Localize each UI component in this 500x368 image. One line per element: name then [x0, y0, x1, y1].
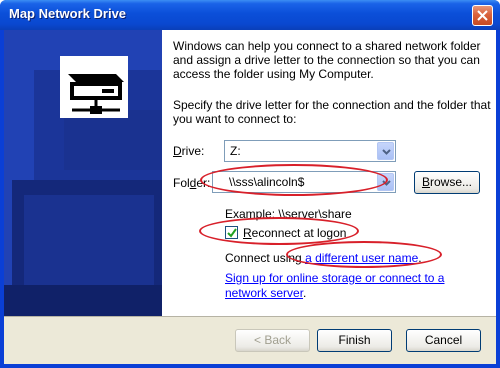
reconnect-checkbox[interactable]: [225, 226, 238, 239]
drive-letter-select[interactable]: Z:: [224, 140, 396, 162]
reconnect-label[interactable]: Reconnect at logon: [243, 226, 346, 240]
close-button[interactable]: [472, 5, 493, 26]
check-icon: [227, 228, 237, 238]
example-text: Example: \\server\share: [225, 207, 352, 221]
connect-using-text: Connect using a different user name.: [225, 251, 422, 265]
network-drive-illustration-icon: [4, 30, 162, 316]
drive-letter-value: Z:: [230, 144, 241, 158]
different-user-name-link[interactable]: a different user name: [305, 251, 418, 265]
folder-label-prefix: Fol: [173, 176, 190, 190]
folder-label-rest: er:: [196, 176, 211, 190]
drive-label-rest: rive:: [181, 144, 205, 158]
signup-text: Sign up for online storage or connect to…: [225, 271, 444, 301]
folder-path-combobox[interactable]: \\sss\alincoln$: [212, 171, 396, 193]
connect-using-prefix: Connect using: [225, 251, 306, 265]
connect-using-suffix: .: [418, 251, 422, 265]
cancel-button[interactable]: Cancel: [406, 329, 481, 352]
browse-label-accesskey: B: [421, 175, 430, 189]
signup-link-line2[interactable]: network server: [225, 286, 303, 300]
folder-dropdown-button[interactable]: [377, 173, 394, 191]
browse-button[interactable]: Browse...: [414, 171, 480, 194]
browse-label-rest: rowse...: [430, 175, 473, 189]
close-icon: [477, 10, 488, 21]
reconnect-label-accesskey: R: [243, 226, 252, 240]
wizard-side-panel: [4, 30, 162, 316]
reconnect-label-rest: econnect at logon: [251, 226, 347, 240]
back-button[interactable]: < Back: [235, 329, 310, 352]
intro-text: Windows can help you connect to a shared…: [173, 39, 481, 81]
signup-suffix: .: [303, 286, 307, 300]
chevron-down-icon: [382, 180, 391, 186]
map-network-drive-window: Map Network Drive Windows can help you c…: [0, 0, 500, 368]
drive-label-accesskey: D: [173, 144, 182, 158]
drive-dropdown-button[interactable]: [377, 142, 394, 160]
drive-label: Drive:: [173, 144, 204, 158]
window-title: Map Network Drive: [9, 6, 127, 21]
dialog-client-area: Windows can help you connect to a shared…: [4, 30, 496, 364]
title-bar[interactable]: Map Network Drive: [0, 0, 500, 30]
wizard-button-bar: < Back Finish Cancel: [4, 316, 496, 364]
chevron-down-icon: [382, 149, 391, 155]
folder-label: Folder:: [173, 176, 210, 190]
signup-link-line1[interactable]: Sign up for online storage or connect to…: [225, 271, 444, 285]
instruction-text: Specify the drive letter for the connect…: [173, 98, 491, 126]
finish-button[interactable]: Finish: [317, 329, 392, 352]
wizard-content: Windows can help you connect to a shared…: [162, 30, 496, 316]
folder-path-value: \\sss\alincoln$: [229, 175, 305, 189]
